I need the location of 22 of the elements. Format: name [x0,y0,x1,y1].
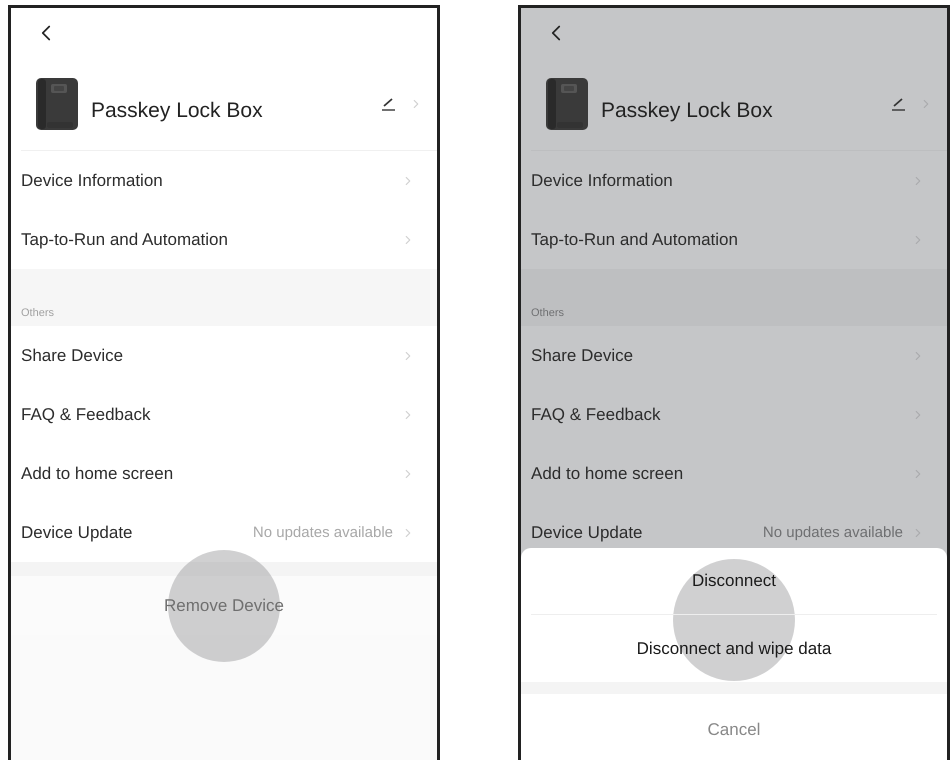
menu-item[interactable]: Add to home screen [21,464,393,484]
sheet-option[interactable]: Disconnect and wipe data [531,615,937,682]
update-status: No updates available [762,524,903,541]
menu-item[interactable]: Device Information [21,170,393,190]
section-title: Others [21,307,54,319]
device-name: Passkey Lock Box [601,99,774,123]
menu-item[interactable]: Device Information [531,170,903,190]
edit-icon[interactable] [891,97,907,111]
sheet-option[interactable]: Disconnect [531,548,937,615]
menu-item[interactable]: Share Device [21,346,393,366]
menu-item[interactable]: Device Update [21,522,245,542]
menu-item[interactable]: Tap-to-Run and Automation [21,230,393,250]
section-title: Others [531,307,564,319]
menu-item[interactable]: Share Device [531,346,903,366]
menu-item[interactable]: Add to home screen [531,464,903,484]
device-name: Passkey Lock Box [91,99,264,123]
edit-icon[interactable] [381,97,397,111]
menu-item[interactable]: FAQ & Feedback [531,404,903,424]
update-status: No updates available [252,524,393,541]
menu-item[interactable]: Device Update [531,522,755,542]
menu-item[interactable]: FAQ & Feedback [21,404,393,424]
menu-item[interactable]: Tap-to-Run and Automation [531,230,903,250]
